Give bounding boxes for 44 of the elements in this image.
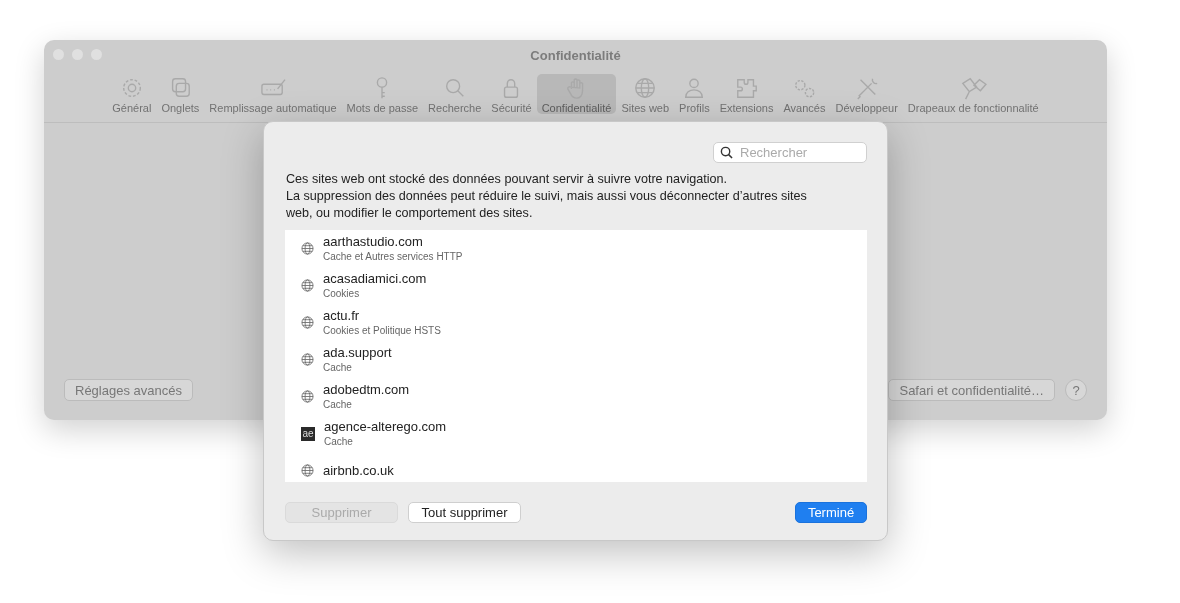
site-name: ada.support bbox=[323, 344, 392, 361]
toolbar-tab[interactable]: Drapeaux de fonctionnalité bbox=[902, 74, 1044, 114]
toolbar-tab[interactable]: Extensions bbox=[714, 74, 779, 114]
toolbar-tab[interactable]: Remplissage automatique bbox=[204, 74, 342, 114]
description-text: La suppression des données peut réduire le suivi, mais aussi vous déconnecter d’autres sites web, ou modifier le comportement des sites. bbox=[286, 188, 808, 222]
search-icon bbox=[720, 146, 733, 159]
globe-icon bbox=[301, 316, 314, 329]
description-text: Ces sites web ont stocké des données pouvant servir à suivre votre navigation. bbox=[286, 171, 729, 188]
toolbar-tab[interactable]: Mots de passe bbox=[341, 74, 424, 114]
site-name: adobedtm.com bbox=[323, 381, 409, 398]
globe-icon bbox=[301, 279, 314, 292]
privacy-info-button[interactable]: Safari et confidentialité… bbox=[888, 379, 1055, 401]
globe-icon bbox=[301, 464, 314, 477]
help-button[interactable]: ? bbox=[1065, 379, 1087, 401]
flags-icon bbox=[959, 76, 988, 100]
site-data-types: Cache bbox=[323, 361, 353, 375]
toolbar-tab[interactable]: Général bbox=[107, 74, 157, 114]
advanced-settings-button[interactable]: Réglages avancés bbox=[64, 379, 193, 401]
site-name: aarthastudio.com bbox=[323, 233, 424, 250]
toolbar-tab[interactable]: Confidentialité bbox=[536, 74, 617, 114]
site-name: acasadiamici.com bbox=[323, 270, 427, 287]
window-title: Confidentialité bbox=[530, 47, 621, 63]
site-favicon: ae bbox=[301, 426, 315, 441]
toolbar-tab[interactable]: Onglets bbox=[156, 74, 205, 114]
site-name: agence-alterego.com bbox=[324, 418, 447, 435]
search-field[interactable]: Rechercher bbox=[713, 142, 867, 163]
site-data-types: Cookies bbox=[323, 287, 361, 301]
site-name: actu.fr bbox=[323, 307, 361, 324]
toolbar-tab[interactable]: Recherche bbox=[423, 74, 487, 114]
toolbar-tab[interactable]: Sites web bbox=[616, 74, 675, 114]
site-data-types: Cache bbox=[323, 398, 353, 412]
site-name: airbnb.co.uk bbox=[323, 462, 394, 479]
toolbar-tab[interactable]: Sécurité bbox=[486, 74, 537, 114]
toolbar-tab[interactable]: Profils bbox=[674, 74, 715, 114]
toolbar-tab[interactable]: Développeur bbox=[830, 74, 903, 114]
globe-icon bbox=[301, 353, 314, 366]
toolbar-tab[interactable]: Avancés bbox=[778, 74, 831, 114]
globe-icon bbox=[301, 390, 314, 403]
site-data-types: Cache bbox=[324, 435, 354, 449]
dialog-button[interactable]: Tout supprimer bbox=[408, 502, 521, 523]
globe-icon bbox=[301, 242, 314, 255]
site-data-types: Cache et Autres services HTTP bbox=[323, 250, 463, 264]
dialog-button[interactable]: Terminé bbox=[795, 502, 867, 523]
site-data-types: Cookies et Politique HSTS bbox=[323, 324, 441, 338]
